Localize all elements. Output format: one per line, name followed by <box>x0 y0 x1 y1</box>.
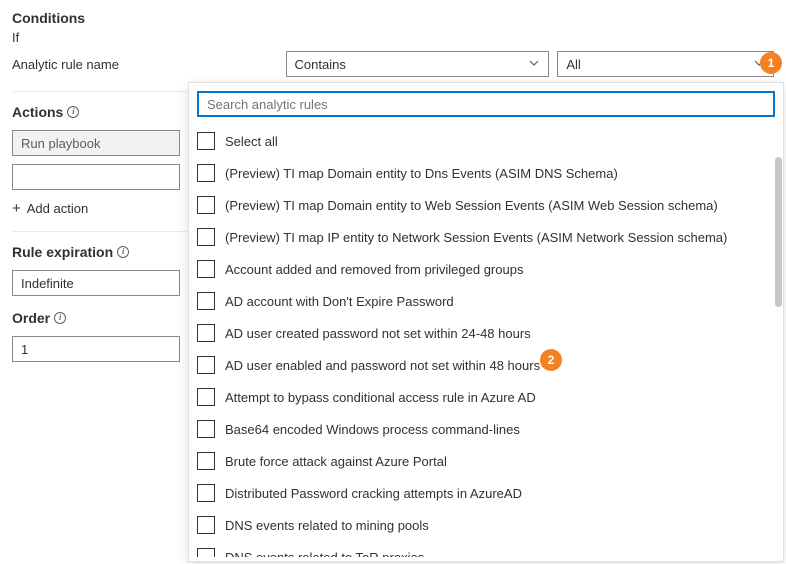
info-icon[interactable]: i <box>54 312 66 324</box>
value-selected: All <box>566 57 580 72</box>
option-row[interactable]: AD account with Don't Expire Password <box>197 285 775 317</box>
run-playbook-select[interactable] <box>12 130 180 156</box>
analytic-rules-dropdown: Select all (Preview) TI map Domain entit… <box>188 82 784 562</box>
operator-select[interactable]: Contains <box>286 51 550 77</box>
add-action-label: Add action <box>27 201 88 216</box>
add-action-button[interactable]: + Add action <box>12 200 88 217</box>
option-row[interactable]: (Preview) TI map Domain entity to Web Se… <box>197 189 775 221</box>
checkbox[interactable] <box>197 196 215 214</box>
conditions-header: Conditions <box>12 10 774 26</box>
option-label: Select all <box>225 134 278 149</box>
actions-header: Actions i <box>12 104 79 120</box>
option-label: DNS events related to mining pools <box>225 518 429 533</box>
option-label: Distributed Password cracking attempts i… <box>225 486 522 501</box>
option-row[interactable]: Account added and removed from privilege… <box>197 253 775 285</box>
checkbox[interactable] <box>197 452 215 470</box>
checkbox[interactable] <box>197 292 215 310</box>
info-icon[interactable]: i <box>67 106 79 118</box>
option-label: Attempt to bypass conditional access rul… <box>225 390 536 405</box>
option-label: (Preview) TI map IP entity to Network Se… <box>225 230 727 245</box>
order-text: Order <box>12 310 50 326</box>
option-row[interactable]: Distributed Password cracking attempts i… <box>197 477 775 509</box>
checkbox[interactable] <box>197 516 215 534</box>
option-label: (Preview) TI map Domain entity to Web Se… <box>225 198 718 213</box>
chevron-down-icon <box>528 57 540 72</box>
actions-header-text: Actions <box>12 104 63 120</box>
order-header: Order i <box>12 310 66 326</box>
option-label: (Preview) TI map Domain entity to Dns Ev… <box>225 166 618 181</box>
checkbox[interactable] <box>197 548 215 557</box>
callout-1: 1 <box>760 52 782 74</box>
option-row[interactable]: Brute force attack against Azure Portal <box>197 445 775 477</box>
rule-expiration-input[interactable] <box>12 270 180 296</box>
condition-field-label: Analytic rule name <box>12 57 278 72</box>
checkbox[interactable] <box>197 132 215 150</box>
value-select[interactable]: All <box>557 51 774 77</box>
checkbox[interactable] <box>197 324 215 342</box>
rule-expiration-text: Rule expiration <box>12 244 113 260</box>
scrollbar[interactable] <box>775 157 782 555</box>
option-row[interactable]: (Preview) TI map Domain entity to Dns Ev… <box>197 157 775 189</box>
select-all-option[interactable]: Select all <box>197 125 775 157</box>
option-label: AD account with Don't Expire Password <box>225 294 454 309</box>
option-row[interactable]: Base64 encoded Windows process command-l… <box>197 413 775 445</box>
rule-expiration-header: Rule expiration i <box>12 244 129 260</box>
if-label: If <box>12 30 774 45</box>
checkbox[interactable] <box>197 484 215 502</box>
option-label: DNS events related to ToR proxies <box>225 550 424 558</box>
order-input[interactable] <box>12 336 180 362</box>
option-row[interactable]: AD user created password not set within … <box>197 317 775 349</box>
option-row[interactable]: DNS events related to mining pools <box>197 509 775 541</box>
scrollbar-thumb[interactable] <box>775 157 782 307</box>
checkbox[interactable] <box>197 356 215 374</box>
option-label: Base64 encoded Windows process command-l… <box>225 422 520 437</box>
checkbox[interactable] <box>197 388 215 406</box>
checkbox[interactable] <box>197 228 215 246</box>
checkbox[interactable] <box>197 260 215 278</box>
option-row[interactable]: AD user enabled and password not set wit… <box>197 349 775 381</box>
option-row[interactable]: Attempt to bypass conditional access rul… <box>197 381 775 413</box>
plus-icon: + <box>12 200 21 217</box>
callout-2: 2 <box>540 349 562 371</box>
checkbox[interactable] <box>197 420 215 438</box>
option-label: AD user enabled and password not set wit… <box>225 358 540 373</box>
info-icon[interactable]: i <box>117 246 129 258</box>
checkbox[interactable] <box>197 164 215 182</box>
option-label: Brute force attack against Azure Portal <box>225 454 447 469</box>
playbook-name-input[interactable] <box>12 164 180 190</box>
option-row[interactable]: (Preview) TI map IP entity to Network Se… <box>197 221 775 253</box>
option-row[interactable]: DNS events related to ToR proxies <box>197 541 775 557</box>
operator-value: Contains <box>295 57 346 72</box>
search-input[interactable] <box>197 91 775 117</box>
option-label: AD user created password not set within … <box>225 326 531 341</box>
option-label: Account added and removed from privilege… <box>225 262 523 277</box>
